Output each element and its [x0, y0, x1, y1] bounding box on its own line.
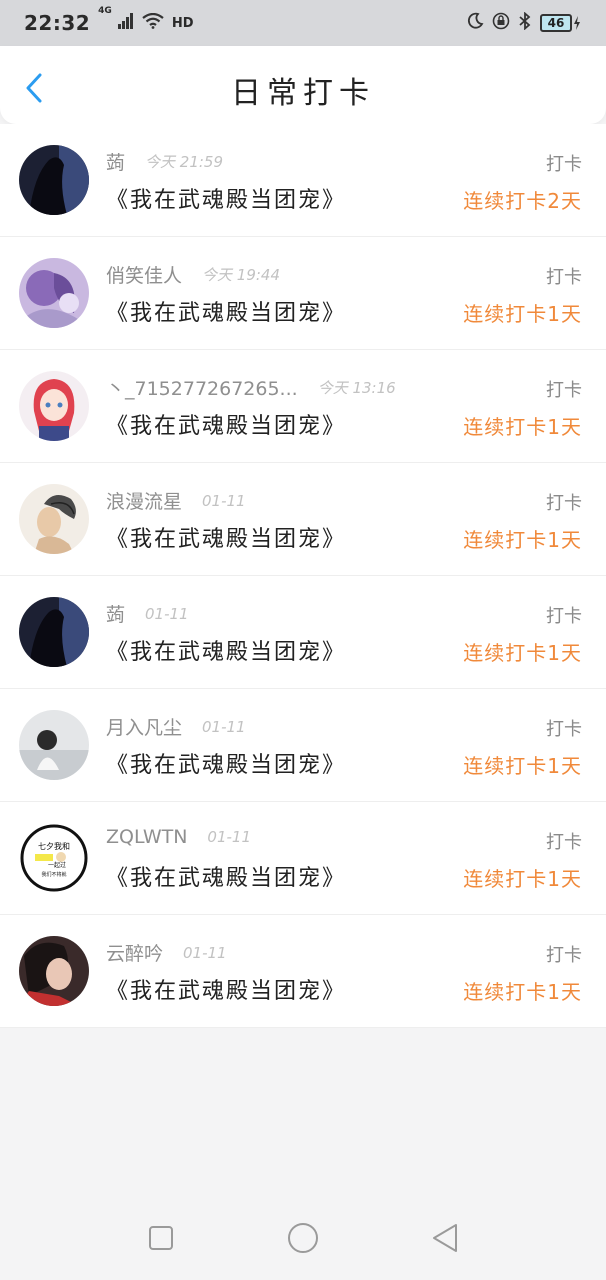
battery-icon: 46 — [540, 14, 582, 32]
avatar[interactable] — [19, 258, 89, 328]
row-time: 今天 13:16 — [317, 379, 396, 397]
recent-apps-button[interactable] — [141, 1218, 181, 1258]
list-item[interactable]: 蒟 今天 21:59 打卡 《我在武魂殿当团宠》 连续打卡2天 — [0, 124, 606, 237]
avatar-text-line2: 一起过 — [48, 861, 66, 869]
checkin-label: 打卡 — [546, 832, 582, 853]
avatar[interactable] — [19, 710, 89, 780]
user-name[interactable]: 云醉吟 — [106, 939, 163, 966]
home-button[interactable] — [283, 1218, 323, 1258]
list-item[interactable]: 浪漫流星 01-11 打卡 《我在武魂殿当团宠》 连续打卡1天 — [0, 463, 606, 576]
page-title: 日常打卡 — [231, 76, 375, 111]
book-title[interactable]: 《我在武魂殿当团宠》 — [106, 295, 346, 327]
user-name[interactable]: 俏笑佳人 — [106, 261, 182, 288]
book-title[interactable]: 《我在武魂殿当团宠》 — [106, 182, 346, 214]
streak-label: 连续打卡1天 — [463, 302, 582, 326]
network-label: 4G — [98, 6, 112, 16]
lock-rotation-icon — [492, 12, 510, 34]
list-item[interactable]: 云醉吟 01-11 打卡 《我在武魂殿当团宠》 连续打卡1天 — [0, 915, 606, 1028]
row-header: 云醉吟 01-11 — [106, 939, 582, 966]
list-item[interactable]: 七夕我和 一起过 我们不将就 ZQLWTN 01-11 打卡 《我在武魂殿当团宠… — [0, 802, 606, 915]
checkin-label: 打卡 — [546, 267, 582, 288]
row-time: 今天 21:59 — [145, 153, 224, 171]
streak-label: 连续打卡1天 — [463, 641, 582, 665]
moon-icon — [466, 12, 484, 34]
user-name[interactable]: 蒟 — [106, 600, 125, 627]
row-header: ZQLWTN 01-11 — [106, 826, 582, 848]
list-item[interactable]: 俏笑佳人 今天 19:44 打卡 《我在武魂殿当团宠》 连续打卡1天 — [0, 237, 606, 350]
row-time: 今天 19:44 — [202, 266, 281, 284]
row-header: 蒟 01-11 — [106, 600, 582, 627]
book-title[interactable]: 《我在武魂殿当团宠》 — [106, 747, 346, 779]
avatar-text-line3: 我们不将就 — [41, 871, 66, 878]
hd-label: HD — [171, 15, 194, 31]
status-bar: 22:32 4G HD 46 — [0, 0, 606, 46]
streak-label: 连续打卡1天 — [463, 867, 582, 891]
checkin-label: 打卡 — [546, 945, 582, 966]
row-header: 月入凡尘 01-11 — [106, 713, 582, 740]
status-left: 22:32 4G HD — [24, 7, 194, 36]
user-name[interactable]: 浪漫流星 — [106, 487, 182, 514]
list-item[interactable]: 蒟 01-11 打卡 《我在武魂殿当团宠》 连续打卡1天 — [0, 576, 606, 689]
bluetooth-icon — [518, 11, 532, 34]
book-title[interactable]: 《我在武魂殿当团宠》 — [106, 521, 346, 553]
row-time: 01-11 — [202, 491, 246, 510]
avatar[interactable] — [19, 936, 89, 1006]
book-title[interactable]: 《我在武魂殿当团宠》 — [106, 408, 346, 440]
triangle-back-icon — [433, 1224, 457, 1252]
back-nav-button[interactable] — [425, 1218, 465, 1258]
streak-label: 连续打卡1天 — [463, 415, 582, 439]
row-header: 丶_715277267265... 今天 13:16 — [106, 374, 582, 401]
user-name[interactable]: 丶_715277267265... — [106, 374, 298, 401]
streak-label: 连续打卡2天 — [463, 189, 582, 213]
checkin-label: 打卡 — [546, 719, 582, 740]
book-title[interactable]: 《我在武魂殿当团宠》 — [106, 860, 346, 892]
avatar[interactable] — [19, 371, 89, 441]
circle-icon — [288, 1223, 318, 1253]
list-item[interactable]: 丶_715277267265... 今天 13:16 打卡 《我在武魂殿当团宠》… — [0, 350, 606, 463]
checkin-list: 蒟 今天 21:59 打卡 《我在武魂殿当团宠》 连续打卡2天 俏笑佳人 今天 … — [0, 124, 606, 1028]
avatar[interactable] — [19, 597, 89, 667]
avatar[interactable]: 七夕我和 一起过 我们不将就 — [19, 823, 89, 893]
status-time: 22:32 — [24, 11, 91, 35]
user-name[interactable]: ZQLWTN — [106, 826, 187, 848]
row-header: 蒟 今天 21:59 — [106, 148, 582, 175]
avatar-text-line1: 七夕我和 — [38, 841, 70, 851]
row-header: 浪漫流星 01-11 — [106, 487, 582, 514]
system-nav-bar — [0, 1196, 606, 1280]
user-name[interactable]: 月入凡尘 — [106, 713, 182, 740]
checkin-label: 打卡 — [546, 493, 582, 514]
row-time: 01-11 — [207, 828, 252, 846]
checkin-label: 打卡 — [546, 380, 582, 401]
avatar[interactable] — [19, 145, 89, 215]
checkin-label: 打卡 — [546, 606, 582, 627]
streak-label: 连续打卡1天 — [463, 528, 582, 552]
row-time: 01-11 — [145, 604, 189, 623]
signal-icon — [117, 13, 134, 33]
checkin-label: 打卡 — [546, 154, 582, 175]
streak-label: 连续打卡1天 — [463, 980, 582, 1004]
square-icon — [149, 1226, 173, 1250]
streak-label: 连续打卡1天 — [463, 754, 582, 778]
book-title[interactable]: 《我在武魂殿当团宠》 — [106, 973, 346, 1005]
status-right: 46 — [466, 11, 582, 34]
row-time: 01-11 — [202, 717, 246, 736]
avatar[interactable] — [19, 484, 89, 554]
book-title[interactable]: 《我在武魂殿当团宠》 — [106, 634, 346, 666]
list-item[interactable]: 月入凡尘 01-11 打卡 《我在武魂殿当团宠》 连续打卡1天 — [0, 689, 606, 802]
header: 日常打卡 — [0, 46, 606, 124]
row-time: 01-11 — [183, 943, 227, 962]
battery-level: 46 — [540, 14, 572, 32]
row-header: 俏笑佳人 今天 19:44 — [106, 261, 582, 288]
wifi-icon — [142, 12, 164, 33]
user-name[interactable]: 蒟 — [106, 148, 125, 175]
